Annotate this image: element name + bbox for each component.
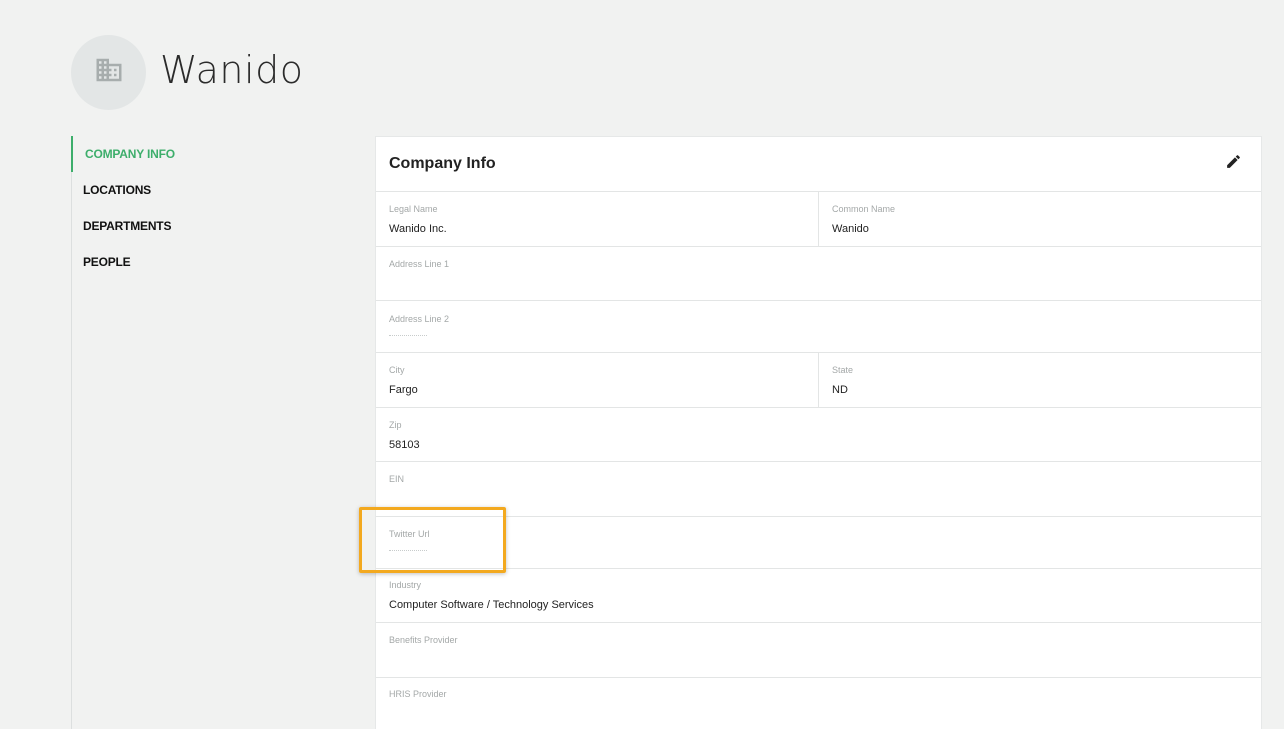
ein-field[interactable]: EIN [376, 462, 1261, 516]
empty-value-placeholder [389, 332, 427, 336]
field-value: ND [832, 384, 848, 396]
row-industry: Industry Computer Software / Technology … [376, 569, 1261, 623]
field-value: 58103 [389, 439, 420, 451]
hris-provider-field[interactable]: HRIS Provider [376, 678, 1261, 729]
row-ein: EIN [376, 462, 1261, 517]
field-label: Address Line 1 [389, 259, 450, 269]
address-line-1-field[interactable]: Address Line 1 [376, 247, 1261, 300]
field-label: Legal Name [389, 204, 438, 214]
zip-field[interactable]: Zip 58103 [376, 408, 1261, 461]
field-label: HRIS Provider [389, 689, 447, 699]
field-label: Industry [389, 580, 422, 590]
row-names: Legal Name Wanido Inc. Common Name Wanid… [376, 192, 1261, 247]
nav-item-people[interactable]: PEOPLE [72, 244, 332, 280]
company-info-card: Company Info Legal Name Wanido Inc. Comm… [375, 136, 1262, 729]
legal-name-field[interactable]: Legal Name Wanido Inc. [376, 192, 818, 246]
row-address2: Address Line 2 [376, 301, 1261, 353]
row-benefits: Benefits Provider [376, 623, 1261, 678]
field-label: Common Name [832, 204, 896, 214]
common-name-field[interactable]: Common Name Wanido [818, 192, 1261, 246]
row-twitter: Twitter Url [376, 517, 1261, 569]
edit-button[interactable] [1223, 154, 1243, 174]
company-avatar [71, 35, 146, 110]
field-value: Wanido Inc. [389, 223, 447, 235]
field-label: Address Line 2 [389, 314, 450, 324]
pencil-icon [1225, 153, 1242, 175]
card-header: Company Info [376, 137, 1261, 192]
field-label: Benefits Provider [389, 635, 458, 645]
nav-item-company-info[interactable]: COMPANY INFO [71, 136, 332, 172]
field-label: City [389, 365, 405, 375]
industry-field[interactable]: Industry Computer Software / Technology … [376, 569, 1261, 622]
field-label: EIN [389, 474, 405, 484]
address-line-2-field[interactable]: Address Line 2 [376, 301, 1261, 352]
field-value: Computer Software / Technology Services [389, 599, 594, 611]
card-title: Company Info [389, 155, 496, 172]
state-field[interactable]: State ND [818, 353, 1261, 407]
nav-item-departments[interactable]: DEPARTMENTS [72, 208, 332, 244]
field-value: Wanido [832, 223, 869, 235]
sidebar-nav: COMPANY INFO LOCATIONS DEPARTMENTS PEOPL… [71, 136, 332, 280]
benefits-provider-field[interactable]: Benefits Provider [376, 623, 1261, 677]
field-label: Twitter Url [389, 529, 430, 539]
empty-value-placeholder [389, 547, 427, 551]
nav-item-locations[interactable]: LOCATIONS [72, 172, 332, 208]
field-label: State [832, 365, 854, 375]
field-value: Fargo [389, 384, 418, 396]
row-city-state: City Fargo State ND [376, 353, 1261, 408]
page-title: Wanido [160, 48, 304, 92]
twitter-url-field[interactable]: Twitter Url [376, 517, 1261, 568]
building-icon [94, 55, 124, 90]
city-field[interactable]: City Fargo [376, 353, 818, 407]
field-label: Zip [389, 420, 402, 430]
row-address1: Address Line 1 [376, 247, 1261, 301]
row-zip: Zip 58103 [376, 408, 1261, 462]
row-hris: HRIS Provider [376, 678, 1261, 729]
